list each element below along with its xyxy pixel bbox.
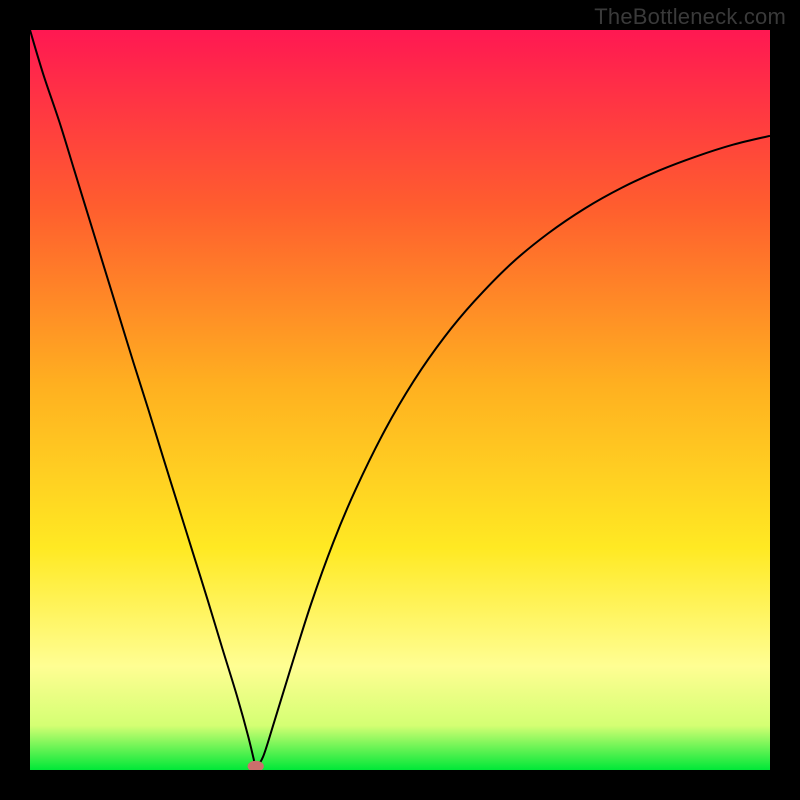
chart-frame: { "watermark": "TheBottleneck.com", "col… (0, 0, 800, 800)
gradient-background (30, 30, 770, 770)
bottleneck-curve-chart (30, 30, 770, 770)
watermark-text: TheBottleneck.com (594, 4, 786, 30)
